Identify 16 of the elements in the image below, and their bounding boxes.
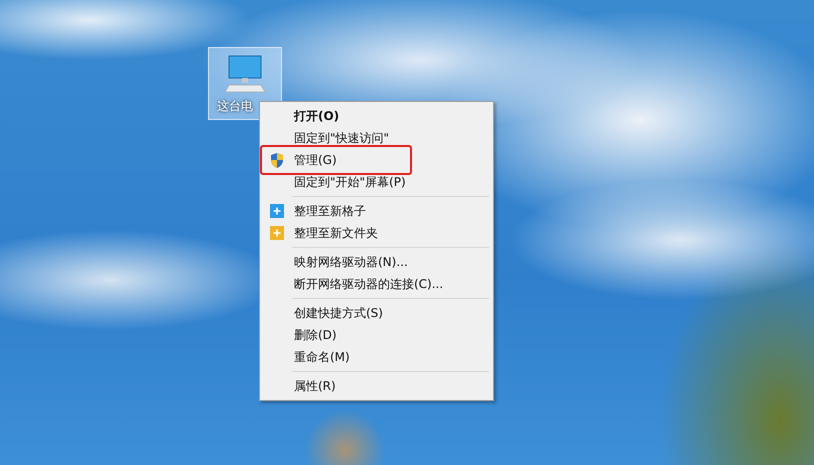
menu-item[interactable]: 属性(R) [262,375,491,397]
menu-item[interactable]: 管理(G) [262,149,491,171]
menu-item[interactable]: 断开网络驱动器的连接(C)... [262,273,491,295]
menu-item[interactable]: 重命名(M) [262,346,491,368]
plus-tile-icon [269,203,285,219]
menu-item[interactable]: 整理至新格子 [262,200,491,222]
menu-item[interactable]: 创建快捷方式(S) [262,302,491,324]
menu-item[interactable]: 固定到"开始"屏幕(P) [262,171,491,193]
computer-icon [223,54,267,94]
shortcut-label: 这台电 [217,98,253,115]
shield-icon [269,152,285,168]
menu-item[interactable]: 固定到"快速访问" [262,127,491,149]
menu-item[interactable]: 删除(D) [262,324,491,346]
menu-item[interactable]: 映射网络驱动器(N)... [262,251,491,273]
menu-item[interactable]: 整理至新文件夹 [262,222,491,244]
plus-folder-icon [269,225,285,241]
